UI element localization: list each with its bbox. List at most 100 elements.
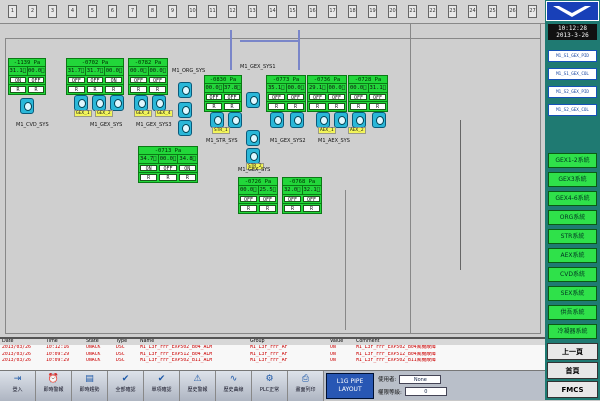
panel-flag[interactable]: R xyxy=(178,174,196,181)
panel-flag[interactable]: R xyxy=(303,205,320,212)
system-button[interactable]: SEX系統 xyxy=(548,286,597,301)
panel-status[interactable]: OFF xyxy=(303,196,320,203)
fan-unit[interactable] xyxy=(210,112,224,128)
fan-unit[interactable] xyxy=(270,112,284,128)
panel-status[interactable]: OFF xyxy=(28,77,44,84)
equipment-tag[interactable]: AEX_2 xyxy=(348,127,366,134)
toolbar-button[interactable]: ⎙ 畫面列印 xyxy=(288,371,324,401)
panel-status[interactable]: OFF xyxy=(328,94,345,101)
panel-flag[interactable]: R xyxy=(268,103,285,110)
fan-unit[interactable] xyxy=(178,120,192,136)
pressure-panel[interactable]: -0782 Pa00.0ﾟC00.0ﾟCOFFOFFRR xyxy=(128,58,168,95)
side-menu-item[interactable]: M1_S2_GEX_COL xyxy=(548,104,597,116)
equipment-tag[interactable]: GEX_1 xyxy=(74,110,92,117)
equipment-tag[interactable]: GEX_4 xyxy=(155,110,173,117)
pressure-panel[interactable]: -1139 Pa31.1ﾟC00.0ﾟCONOFFRR xyxy=(8,58,46,95)
panel-flag[interactable]: R xyxy=(240,205,257,212)
fan-unit[interactable] xyxy=(246,92,260,108)
equipment-tag[interactable]: GEX_3 xyxy=(134,110,152,117)
fan-unit[interactable] xyxy=(178,102,192,118)
fan-unit[interactable] xyxy=(92,95,106,111)
nav-button[interactable]: FMCS xyxy=(547,381,598,398)
fan-unit[interactable] xyxy=(178,82,192,98)
fan-unit[interactable] xyxy=(246,148,260,164)
fan-unit[interactable] xyxy=(74,95,88,111)
panel-status[interactable]: ON xyxy=(105,77,123,84)
panel-flag[interactable]: R xyxy=(369,103,386,110)
panel-flag[interactable]: R xyxy=(224,103,240,110)
panel-status[interactable]: ON xyxy=(178,165,196,172)
panel-status[interactable]: OFF xyxy=(369,94,386,101)
toolbar-button[interactable]: ⚙ PLC正常 xyxy=(252,371,288,401)
panel-flag[interactable]: R xyxy=(149,86,166,93)
pressure-panel[interactable]: -0736 Pa29.1ﾟC00.0ﾟCOFFOFFRR xyxy=(307,75,347,112)
fan-unit[interactable] xyxy=(372,112,386,128)
system-button[interactable]: STR系統 xyxy=(548,229,597,244)
panel-status[interactable]: OFF xyxy=(206,94,222,101)
panel-flag[interactable]: R xyxy=(130,86,147,93)
panel-status[interactable]: OFF xyxy=(130,77,147,84)
panel-flag[interactable]: R xyxy=(206,103,222,110)
panel-flag[interactable]: R xyxy=(328,103,345,110)
system-button[interactable]: 冷凝器系統 xyxy=(548,324,597,339)
panel-status[interactable]: OFF xyxy=(287,94,304,101)
toolbar-button[interactable]: ⚠ 歷史警報 xyxy=(180,371,216,401)
panel-status[interactable]: OFF xyxy=(86,77,104,84)
fan-unit[interactable] xyxy=(316,112,330,128)
fan-unit[interactable] xyxy=(334,112,348,128)
panel-status[interactable]: OFF xyxy=(149,77,166,84)
panel-status[interactable]: OFF xyxy=(224,94,240,101)
panel-flag[interactable]: R xyxy=(259,205,276,212)
fan-unit[interactable] xyxy=(352,112,366,128)
nav-button[interactable]: 上一頁 xyxy=(547,343,598,360)
panel-status[interactable]: OFF xyxy=(159,165,177,172)
fan-unit[interactable] xyxy=(290,112,304,128)
system-button[interactable]: GEX1-2系統 xyxy=(548,153,597,168)
system-button[interactable]: GEX4-6系統 xyxy=(548,191,597,206)
alarm-row[interactable]: 2013/03/26 10:09:29 UNACK DSC M1_L3F_FFF_EXP… xyxy=(0,358,545,365)
alarm-list[interactable]: Date Time State Type Name Group Value Comment 2… xyxy=(0,337,545,370)
pressure-panel[interactable]: -0713 Pa34.7ﾟC00.0ﾟC34.8ﾟCONOFFONRRR xyxy=(138,146,198,183)
side-menu-item[interactable]: M1_S2_GEX_PID xyxy=(548,86,597,98)
panel-flag[interactable]: R xyxy=(284,205,301,212)
panel-flag[interactable]: R xyxy=(159,174,177,181)
panel-flag[interactable]: R xyxy=(105,86,123,93)
toolbar-button[interactable]: ⏰ 即時警報 xyxy=(36,371,72,401)
fan-unit[interactable] xyxy=(20,98,34,114)
panel-flag[interactable]: R xyxy=(28,86,44,93)
panel-status[interactable]: OFF xyxy=(268,94,285,101)
panel-flag[interactable]: R xyxy=(287,103,304,110)
pressure-panel[interactable]: -0830 Pa00.0ﾟC37.8ﾟCOFFOFFRR xyxy=(204,75,242,112)
panel-status[interactable]: OFF xyxy=(240,196,257,203)
pressure-panel[interactable]: -0773 Pa35.1ﾟC00.0ﾟCOFFOFFRR xyxy=(266,75,306,112)
system-button[interactable]: CVD系統 xyxy=(548,267,597,282)
toolbar-button[interactable]: ∿ 歷史曲線 xyxy=(216,371,252,401)
equipment-tag[interactable]: GEX_2 xyxy=(95,110,113,117)
panel-flag[interactable]: R xyxy=(140,174,158,181)
panel-flag[interactable]: R xyxy=(309,103,326,110)
panel-status[interactable]: OFF xyxy=(284,196,301,203)
toolbar-button[interactable]: ✔ 全部確認 xyxy=(108,371,144,401)
nav-button[interactable]: 首頁 xyxy=(547,362,598,379)
panel-status[interactable]: OFF xyxy=(309,94,326,101)
equipment-tag[interactable]: STR_1 xyxy=(212,127,230,134)
toolbar-button[interactable]: ⇥ 登入 xyxy=(0,371,36,401)
toolbar-button[interactable]: ✔ 單項確認 xyxy=(144,371,180,401)
panel-flag[interactable]: R xyxy=(10,86,26,93)
system-button[interactable]: ORG系統 xyxy=(548,210,597,225)
toolbar-button[interactable]: ▤ 即時趨勢 xyxy=(72,371,108,401)
panel-flag[interactable]: R xyxy=(350,103,367,110)
pressure-panel[interactable]: -0726 Pa00.0ﾟC25.5ﾟCOFFOFFRR xyxy=(238,177,278,214)
fan-unit[interactable] xyxy=(152,95,166,111)
panel-status[interactable]: OFF xyxy=(259,196,276,203)
pressure-panel[interactable]: -0768 Pa32.0ﾟC32.1ﾟCOFFOFFRR xyxy=(282,177,322,214)
panel-status[interactable]: OFF xyxy=(68,77,85,84)
pressure-panel[interactable]: -0728 Pa00.0ﾟC31.1ﾟCOFFOFFRR xyxy=(348,75,388,112)
system-button[interactable]: AEX系統 xyxy=(548,248,597,263)
panel-flag[interactable]: R xyxy=(86,86,104,93)
system-button[interactable]: 供吾系統 xyxy=(548,305,597,320)
panel-status[interactable]: ON xyxy=(10,77,26,84)
pressure-panel[interactable]: -0702 Pa31.7ﾟC31.7ﾟC00.0ﾟCOFFOFFONRRR xyxy=(66,58,124,95)
fan-unit[interactable] xyxy=(134,95,148,111)
system-button[interactable]: GEX3系統 xyxy=(548,172,597,187)
